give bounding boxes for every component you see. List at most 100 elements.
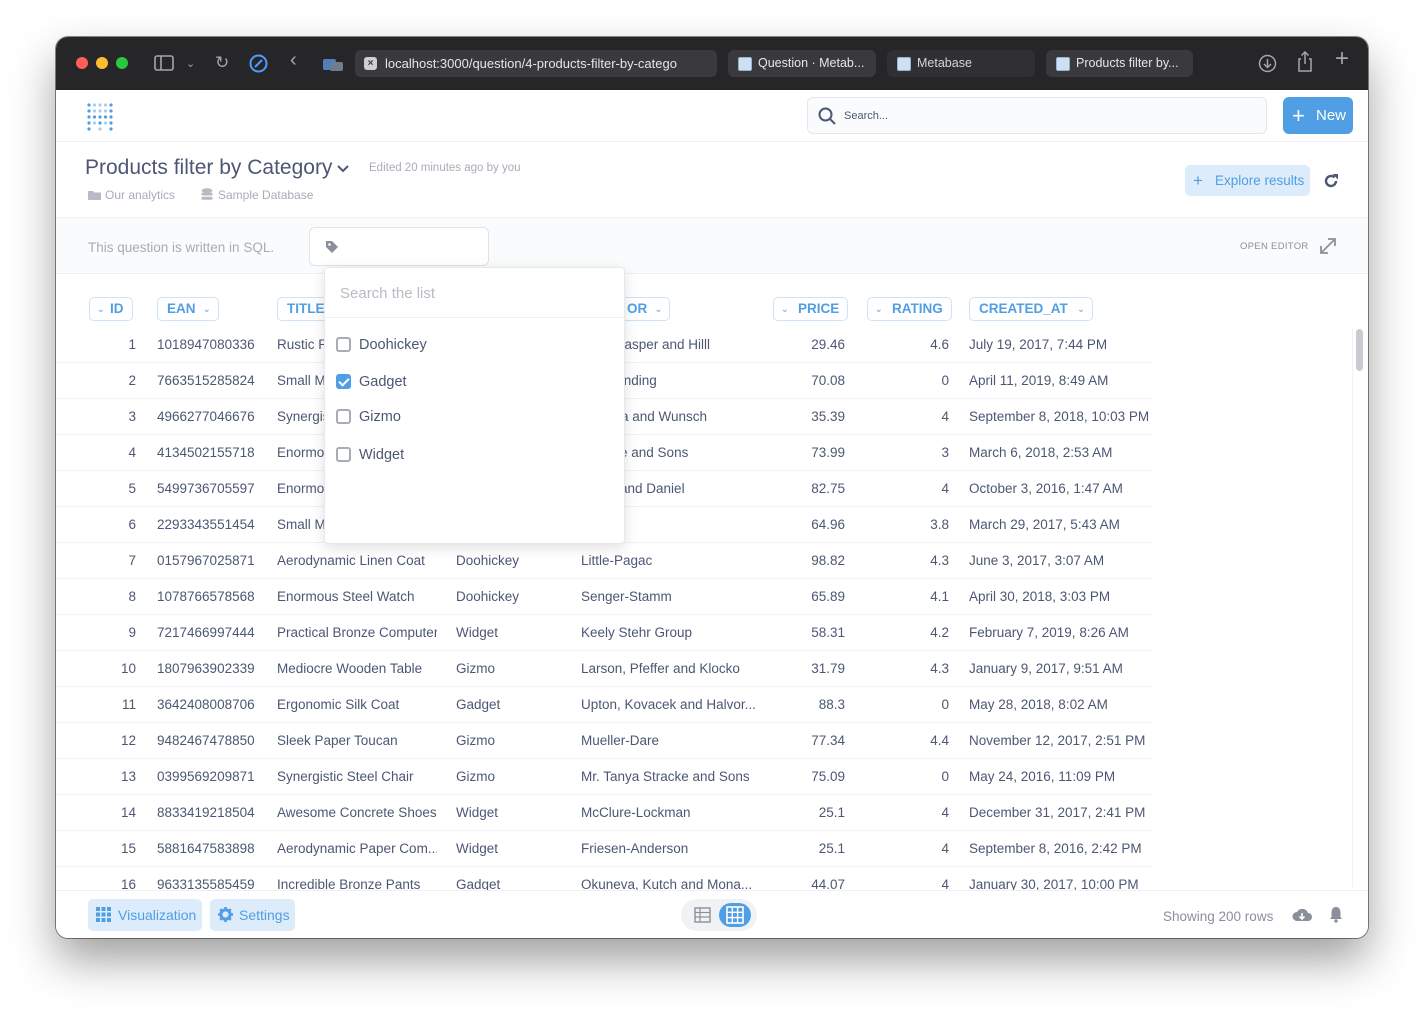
database-breadcrumb[interactable]: Sample Database bbox=[218, 188, 313, 202]
chevron-down-icon[interactable] bbox=[336, 163, 350, 175]
browser-window: ⌄ ↻ ‹ × localhost:3000/question/4-produc… bbox=[56, 37, 1368, 938]
address-bar[interactable]: × localhost:3000/question/4-products-fil… bbox=[355, 50, 717, 77]
search-input[interactable] bbox=[844, 98, 1244, 133]
cell-title: Ergonomic Silk Coat bbox=[277, 697, 400, 712]
option-checkbox[interactable] bbox=[336, 447, 351, 462]
grid-view-icon bbox=[726, 906, 744, 924]
column-header-id[interactable]: ⌄ ID bbox=[89, 297, 133, 321]
option-checkbox[interactable] bbox=[336, 374, 351, 389]
table-row[interactable]: 16 9633135585459 Incredible Bronze Pants Ga… bbox=[56, 867, 1153, 890]
close-window-button[interactable] bbox=[76, 57, 88, 69]
metabase-logo-icon[interactable] bbox=[86, 101, 114, 131]
column-header-price[interactable]: ⌄ PRICE bbox=[773, 297, 849, 321]
category-filter-dropdown: Doohickey Gadget Gizmo Widget bbox=[324, 267, 625, 544]
new-button-label: New bbox=[1316, 107, 1347, 124]
column-header-label: EAN bbox=[167, 301, 196, 316]
option-gadget[interactable]: Gadget bbox=[336, 372, 606, 394]
cell-title: Incredible Bronze Pants bbox=[277, 877, 421, 890]
option-checkbox[interactable] bbox=[336, 337, 351, 352]
cell-rating: 4.3 bbox=[930, 553, 949, 568]
table-row[interactable]: 9 7217466997444 Practical Bronze Computer W… bbox=[56, 615, 1153, 651]
last-edited-text[interactable]: Edited 20 minutes ago by you bbox=[369, 162, 521, 174]
cell-title: Aerodynamic Linen Coat bbox=[277, 553, 425, 568]
cell-created-at: March 6, 2018, 2:53 AM bbox=[969, 445, 1113, 460]
settings-button[interactable]: Settings bbox=[210, 899, 295, 931]
list-search-input[interactable] bbox=[326, 269, 623, 318]
cell-category: Doohickey bbox=[456, 553, 520, 568]
table-row[interactable]: 11 3642408008706 Ergonomic Silk Coat Gadget… bbox=[56, 687, 1153, 723]
compass-icon[interactable] bbox=[249, 54, 268, 73]
option-doohickey[interactable]: Doohickey bbox=[336, 335, 606, 357]
category-filter-widget[interactable] bbox=[309, 227, 489, 266]
minimize-window-button[interactable] bbox=[96, 57, 108, 69]
maximize-window-button[interactable] bbox=[116, 57, 128, 69]
browser-tab-question[interactable]: Question · Metab... bbox=[728, 50, 876, 77]
cell-category: Widget bbox=[456, 805, 499, 820]
scrollbar-thumb[interactable] bbox=[1356, 329, 1363, 371]
page-title[interactable]: Products filter by Category bbox=[85, 156, 332, 180]
option-widget[interactable]: Widget bbox=[336, 445, 606, 467]
cell-created-at: November 12, 2017, 2:51 PM bbox=[969, 733, 1146, 748]
new-tab-icon[interactable]: + bbox=[1335, 47, 1349, 71]
reload-icon[interactable]: ↻ bbox=[215, 53, 229, 73]
sidebar-toggle-icon[interactable] bbox=[154, 55, 174, 71]
table-row[interactable]: 8 1078766578568 Enormous Steel Watch Doohic… bbox=[56, 579, 1153, 615]
chevron-down-icon: ⌄ bbox=[1077, 304, 1085, 314]
table-row[interactable]: 15 5881647583898 Aerodynamic Paper Com... W… bbox=[56, 831, 1153, 867]
table-view-icon[interactable] bbox=[694, 907, 711, 923]
cell-id: 12 bbox=[120, 733, 136, 748]
cell-vendor: Mueller-Dare bbox=[581, 733, 660, 748]
column-header-ean[interactable]: EAN ⌄ bbox=[157, 297, 219, 321]
cell-id: 6 bbox=[128, 517, 136, 532]
download-icon[interactable] bbox=[1292, 907, 1312, 923]
browser-toolbar: ⌄ ↻ ‹ × localhost:3000/question/4-produc… bbox=[56, 37, 1368, 90]
cell-id: 4 bbox=[128, 445, 136, 460]
grid-view-button[interactable] bbox=[719, 903, 751, 927]
cell-created-at: January 9, 2017, 9:51 AM bbox=[969, 661, 1123, 676]
cell-category: Widget bbox=[456, 841, 499, 856]
browser-tab-metabase[interactable]: Metabase bbox=[887, 50, 1035, 77]
global-search[interactable] bbox=[807, 97, 1267, 134]
database-icon bbox=[201, 188, 213, 200]
scrollbar-track[interactable] bbox=[1352, 327, 1366, 887]
chevron-down-icon[interactable]: ⌄ bbox=[186, 54, 195, 74]
tag-icon bbox=[326, 241, 338, 253]
cell-id: 2 bbox=[128, 373, 136, 388]
cell-created-at: January 30, 2017, 10:00 PM bbox=[969, 877, 1139, 890]
share-icon[interactable] bbox=[1297, 51, 1313, 73]
collection-breadcrumb[interactable]: Our analytics bbox=[105, 188, 175, 202]
cell-title: Aerodynamic Paper Com... bbox=[277, 841, 437, 856]
url-text: localhost:3000/question/4-products-filte… bbox=[385, 56, 677, 71]
cell-rating: 4.1 bbox=[930, 589, 949, 604]
open-editor-link[interactable]: OPEN EDITOR bbox=[1240, 241, 1309, 252]
option-checkbox[interactable] bbox=[336, 409, 351, 424]
table-row[interactable]: 10 1807963902339 Mediocre Wooden Table Gizm… bbox=[56, 651, 1153, 687]
cell-price: 98.82 bbox=[811, 553, 845, 568]
close-tab-icon[interactable]: × bbox=[364, 57, 377, 70]
explore-results-button[interactable]: + Explore results bbox=[1185, 165, 1310, 196]
cell-ean: 1018947080336 bbox=[157, 337, 255, 352]
option-gizmo[interactable]: Gizmo bbox=[336, 407, 606, 429]
bell-icon[interactable] bbox=[1329, 906, 1343, 923]
cell-created-at: April 11, 2019, 8:49 AM bbox=[969, 373, 1109, 388]
table-row[interactable]: 13 0399569209871 Synergistic Steel Chair Gi… bbox=[56, 759, 1153, 795]
cell-rating: 4.4 bbox=[930, 733, 949, 748]
column-header-rating[interactable]: ⌄ RATING bbox=[867, 297, 952, 321]
browser-tab-products[interactable]: Products filter by... bbox=[1046, 50, 1193, 77]
cell-vendor: McClure-Lockman bbox=[581, 805, 691, 820]
folder-icon bbox=[88, 191, 101, 200]
tab-overview-icon[interactable] bbox=[322, 57, 344, 72]
visualization-button[interactable]: Visualization bbox=[88, 899, 202, 931]
refresh-icon[interactable] bbox=[1323, 173, 1339, 189]
new-button[interactable]: + New bbox=[1283, 97, 1353, 134]
expand-icon[interactable] bbox=[1318, 236, 1338, 256]
table-row[interactable]: 7 0157967025871 Aerodynamic Linen Coat Dooh… bbox=[56, 543, 1153, 579]
column-header-label: TITLE bbox=[287, 301, 325, 316]
back-icon[interactable]: ‹ bbox=[290, 50, 297, 70]
table-row[interactable]: 14 8833419218504 Awesome Concrete Shoes Wid… bbox=[56, 795, 1153, 831]
metabase-favicon-icon bbox=[897, 57, 911, 71]
cell-rating: 4 bbox=[941, 805, 949, 820]
download-icon[interactable] bbox=[1258, 54, 1277, 73]
column-header-created-at[interactable]: CREATED_AT ⌄ bbox=[969, 297, 1093, 321]
table-row[interactable]: 12 9482467478850 Sleek Paper Toucan Gizmo Mu… bbox=[56, 723, 1153, 759]
